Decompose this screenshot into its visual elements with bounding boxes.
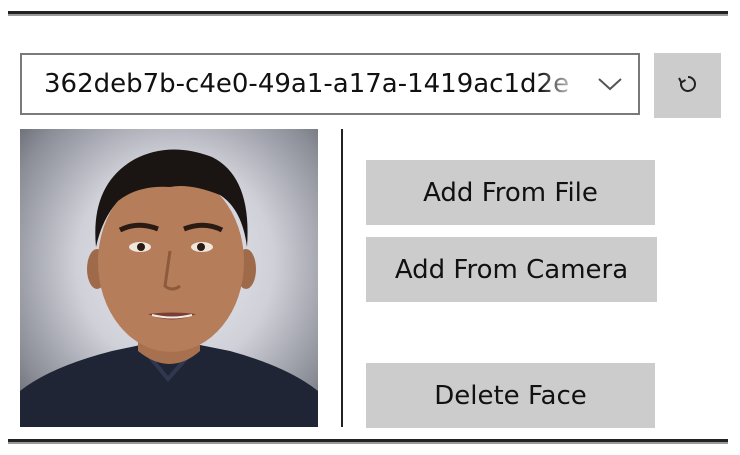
person-id-value: 362deb7b-c4e0-49a1-a17a-1419ac1d2e <box>44 69 570 99</box>
refresh-button[interactable] <box>654 53 721 118</box>
vertical-separator <box>341 129 343 427</box>
delete-face-button[interactable]: Delete Face <box>366 363 655 428</box>
add-from-camera-button[interactable]: Add From Camera <box>366 237 657 302</box>
bottom-divider-line <box>8 439 728 444</box>
person-id-dropdown[interactable]: 362deb7b-c4e0-49a1-a17a-1419ac1d2e <box>20 53 640 115</box>
face-photo <box>20 129 318 427</box>
top-divider-line <box>8 11 728 16</box>
add-from-file-button[interactable]: Add From File <box>366 160 655 225</box>
refresh-icon <box>677 73 699 99</box>
chevron-down-icon[interactable] <box>582 55 638 113</box>
